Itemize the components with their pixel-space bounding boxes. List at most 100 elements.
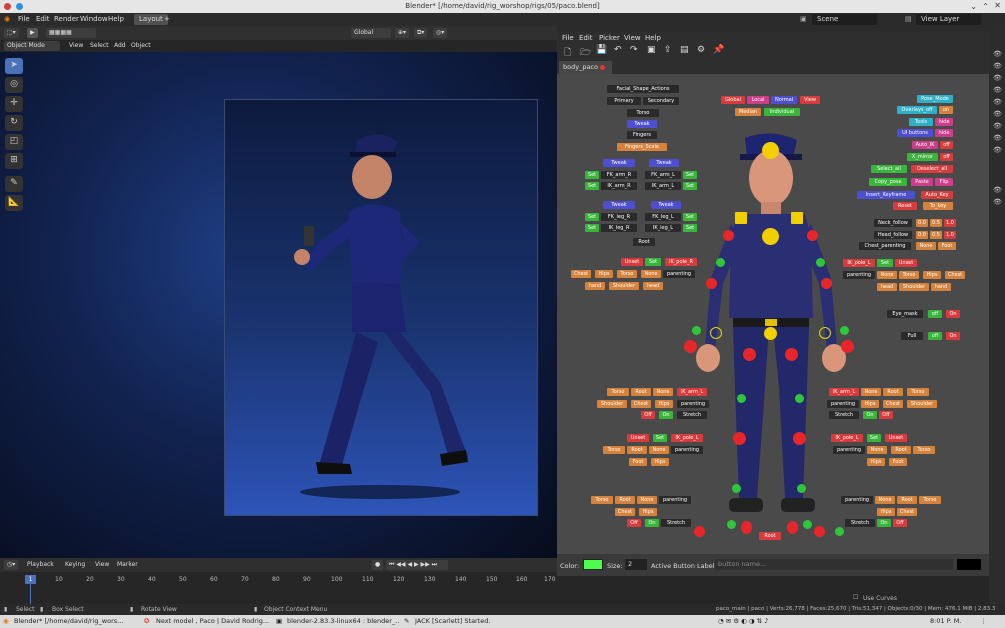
btn-overlays-on[interactable]: on xyxy=(939,106,953,114)
btn-lr3-torso[interactable]: Torso xyxy=(919,496,941,504)
pivot-icon[interactable]: ⊕▾ xyxy=(395,28,410,38)
btn-neck-1[interactable]: 1.0 xyxy=(944,219,956,227)
btn-unset-pole-l[interactable]: Unset xyxy=(895,259,917,267)
btn-l-head[interactable]: head xyxy=(877,283,897,291)
arm-l-upper-control[interactable] xyxy=(807,230,818,241)
btn-ll-torso[interactable]: Torso xyxy=(607,388,629,396)
size-dropdown[interactable]: 2 xyxy=(625,559,647,570)
new-file-icon[interactable]: 🗋 xyxy=(564,45,571,61)
measure-tool-icon[interactable]: 📐 xyxy=(5,195,23,211)
select-menu[interactable]: Select xyxy=(87,41,112,51)
visibility-eye-icon[interactable]: 👁 xyxy=(993,146,1002,154)
btn-ll3-root[interactable]: Root xyxy=(615,496,635,504)
btn-primary[interactable]: Primary xyxy=(607,97,641,105)
btn-set-ik-leg-r[interactable]: Set xyxy=(585,224,599,232)
object-menu[interactable]: Object xyxy=(128,41,154,51)
btn-insert-keyframe[interactable]: Insert_Keyframe xyxy=(857,191,915,199)
arm-r-upper-control[interactable] xyxy=(723,230,734,241)
btn-tools-hide[interactable]: hide xyxy=(935,118,953,126)
btn-set-ik-arm-r[interactable]: Set xyxy=(585,182,599,190)
btn-lr2-foot[interactable]: Foot xyxy=(889,458,907,466)
btn-set-fk-leg-l[interactable]: Set xyxy=(683,213,697,221)
maximize-icon[interactable]: ⌃ xyxy=(982,2,989,11)
add-workspace-button[interactable]: + xyxy=(164,15,170,23)
heel-r-control[interactable] xyxy=(741,521,752,534)
btn-lr-ik-pole[interactable]: IK_pole_L xyxy=(831,434,863,442)
close-window-icon[interactable]: ✕ xyxy=(994,1,1001,10)
btn-tweak-arm-l[interactable]: Tweak xyxy=(649,159,679,167)
visibility-eye-icon[interactable]: 👁 xyxy=(993,110,1002,118)
scale-tool-icon[interactable]: ◰ xyxy=(5,134,23,150)
chest-control[interactable] xyxy=(762,228,779,245)
btn-ll-hips[interactable]: Hips xyxy=(655,400,673,408)
btn-eye-mask-on[interactable]: On xyxy=(946,310,960,318)
btn-lr3-none[interactable]: None xyxy=(875,496,895,504)
menu-render[interactable]: Render xyxy=(54,15,79,23)
visibility-eye-icon[interactable]: 👁 xyxy=(993,62,1002,70)
btn-set-ik-leg-l[interactable]: Set xyxy=(683,224,697,232)
btn-ui-hide[interactable]: hide xyxy=(935,129,953,137)
btn-ll2-none[interactable]: None xyxy=(649,446,669,454)
btn-l-torso[interactable]: Torso xyxy=(899,271,919,279)
btn-ll-ik-pole[interactable]: IK_pole_L xyxy=(671,434,703,442)
tab-close-icon[interactable] xyxy=(600,65,605,70)
btn-tweak-torso[interactable]: Tweak xyxy=(627,120,657,128)
color-swatch[interactable] xyxy=(583,559,603,570)
visibility-eye-icon[interactable]: 👁 xyxy=(993,74,1002,82)
btn-r-head[interactable]: head xyxy=(643,282,663,290)
btn-fk-arm-l[interactable]: FK_arm_L xyxy=(645,171,681,179)
btn-ll3-on[interactable]: On xyxy=(645,519,659,527)
btn-ll3-chest[interactable]: Chest xyxy=(615,508,635,516)
btn-neck-0[interactable]: 0.0 xyxy=(916,219,928,227)
clock-icon[interactable]: ◷▾ xyxy=(4,560,19,570)
undo-icon[interactable]: ↶ xyxy=(614,45,622,55)
shoulder-l-control[interactable] xyxy=(791,212,803,224)
btn-ll-ik-arm[interactable]: IK_arm_L xyxy=(677,388,707,396)
view-menu[interactable]: View xyxy=(66,41,86,51)
rotate-tool-icon[interactable]: ↻ xyxy=(5,115,23,131)
redo-icon[interactable]: ↷ xyxy=(630,45,638,55)
btn-lr2-none[interactable]: None xyxy=(867,446,887,454)
visibility-eye-icon[interactable]: 👁 xyxy=(993,198,1002,206)
btn-ll-set[interactable]: Set xyxy=(653,434,667,442)
head-control[interactable] xyxy=(762,142,779,159)
btn-lr3-on[interactable]: On xyxy=(877,519,891,527)
btn-lr-hips[interactable]: Hips xyxy=(861,400,879,408)
btn-eye-mask-off[interactable]: off xyxy=(928,310,942,318)
menu-help[interactable]: Help xyxy=(108,15,124,23)
btn-normal[interactable]: Normal xyxy=(771,96,797,104)
toe-l-control[interactable] xyxy=(814,526,825,537)
btn-global[interactable]: Global xyxy=(721,96,745,104)
btn-ik-pole-l[interactable]: IK_pole_L xyxy=(843,259,875,267)
btn-l-hand[interactable]: hand xyxy=(931,283,951,291)
knee-l-control[interactable] xyxy=(793,432,806,445)
btn-ll-off[interactable]: Off xyxy=(641,411,655,419)
task-browser[interactable]: Next model , Paco | David Rodrig... xyxy=(156,617,271,625)
use-curves-checkbox[interactable]: ☐ xyxy=(853,594,858,601)
btn-ll2-root[interactable]: Root xyxy=(627,446,647,454)
btn-lr3-root[interactable]: Root xyxy=(897,496,917,504)
btn-local[interactable]: Local xyxy=(747,96,769,104)
terminal-task-icon[interactable]: ▣ xyxy=(276,617,282,625)
btn-copy-pose[interactable]: Copy_pose xyxy=(869,178,907,186)
btn-ll3-torso[interactable]: Torso xyxy=(591,496,613,504)
btn-deselect-all[interactable]: Deselect_all xyxy=(911,165,953,173)
forearm-r-control[interactable] xyxy=(716,258,725,267)
picker-menu-help[interactable]: Help xyxy=(645,34,661,42)
tray-icons[interactable]: ◔ ✉ ⚙ ◐ ◑ ⇅ ♪ xyxy=(718,617,768,625)
btn-individual[interactable]: Individual xyxy=(764,108,800,116)
btn-set-pole-r[interactable]: Set xyxy=(645,258,661,266)
btn-overlays-off[interactable]: Overlays_off xyxy=(897,106,937,114)
btn-lr2-torso[interactable]: Torso xyxy=(913,446,935,454)
task-jack[interactable]: JACK [Scarlett] Started. xyxy=(415,617,525,625)
btn-auto-ik[interactable]: Auto_IK xyxy=(912,141,938,149)
btn-lr-set[interactable]: Set xyxy=(867,434,881,442)
settings-gear-icon[interactable]: ⚙ xyxy=(697,45,705,55)
btn-torso[interactable]: Torso xyxy=(627,109,659,117)
btn-chest-foot[interactable]: Foot xyxy=(938,242,956,250)
firefox-task-icon[interactable]: ✪ xyxy=(144,617,149,625)
task-blender[interactable]: Blender* [/home/david/rig_wors... xyxy=(14,617,139,625)
export-icon[interactable]: ⇪ xyxy=(664,45,672,55)
visibility-eye-icon[interactable]: 👁 xyxy=(993,122,1002,130)
save-icon[interactable]: 💾 xyxy=(596,45,607,55)
